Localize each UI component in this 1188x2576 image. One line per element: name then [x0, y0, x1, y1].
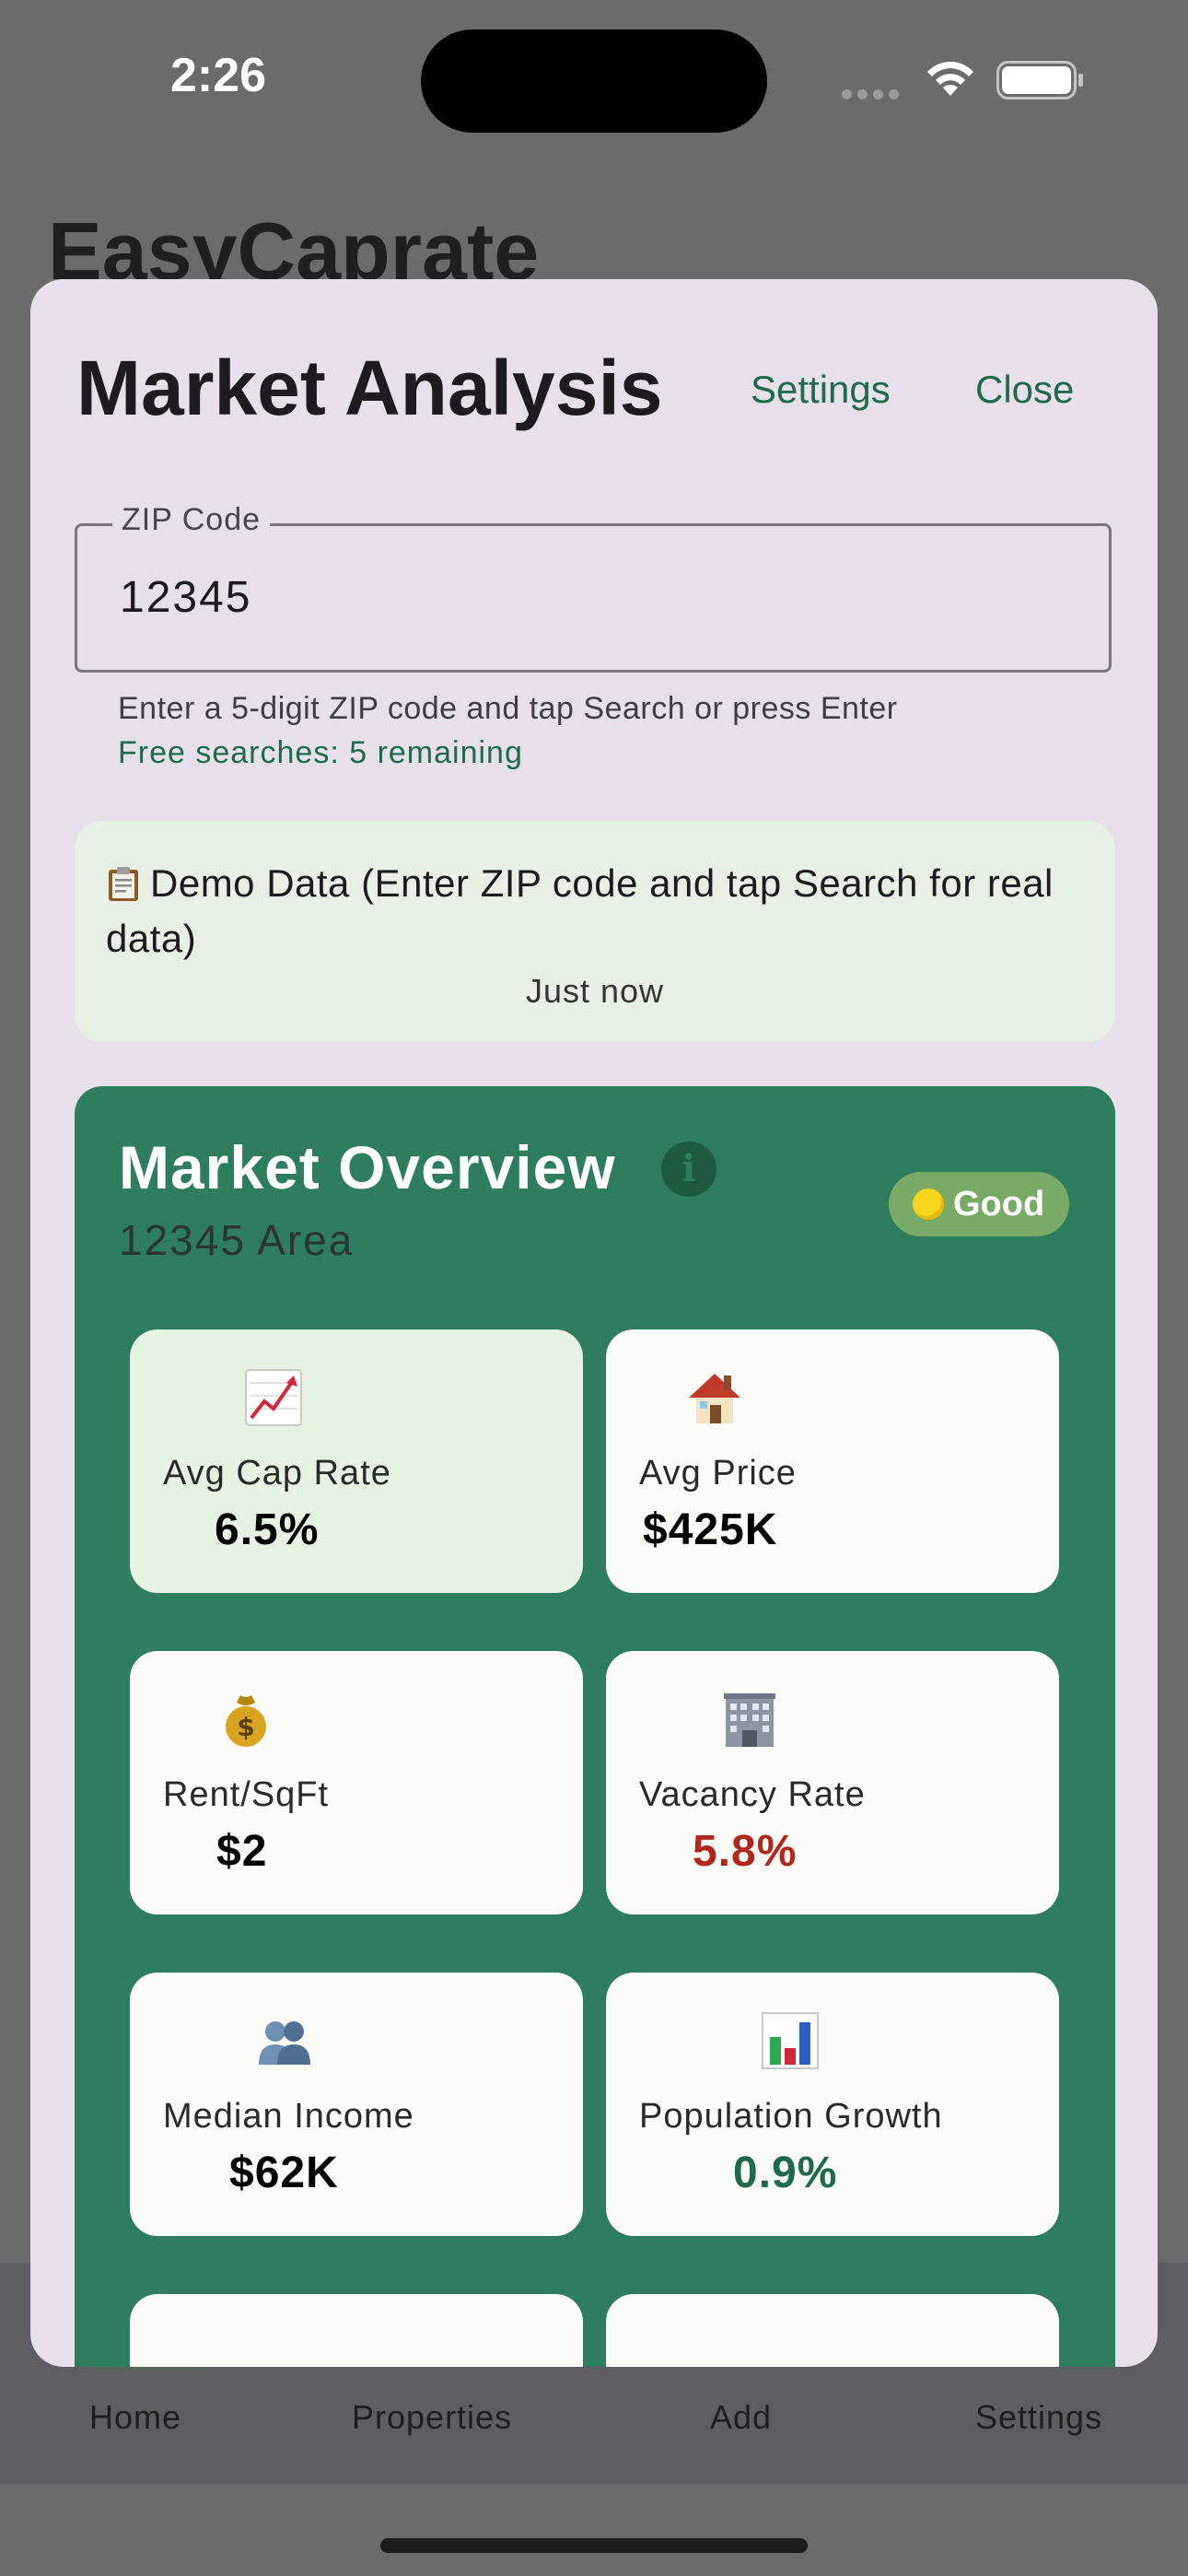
zip-code-field[interactable]: ZIP Code: [75, 502, 1112, 673]
overview-title: Market Overview: [119, 1133, 616, 1201]
svg-text:$: $: [237, 1712, 254, 1742]
settings-button[interactable]: Settings: [751, 368, 891, 412]
office-building-icon: [724, 1693, 775, 1747]
metric-card-avg-price[interactable]: Avg Price $425K: [606, 1329, 1059, 1593]
nav-settings[interactable]: Settings: [975, 2398, 1102, 2437]
metric-card-rent-sqft[interactable]: $ Rent/SqFt $2: [130, 1651, 583, 1914]
metric-label: Rent/SqFt: [163, 1775, 330, 1814]
money-bag-icon: $: [226, 1695, 266, 1747]
close-button[interactable]: Close: [975, 368, 1074, 412]
rating-label: Good: [953, 1185, 1045, 1224]
info-icon[interactable]: i: [661, 1142, 716, 1197]
metric-value: 5.8%: [693, 1827, 798, 1876]
nav-add[interactable]: Add: [710, 2398, 772, 2437]
free-searches-text: Free searches: 5 remaining: [118, 735, 523, 770]
metric-value: 0.9%: [733, 2149, 838, 2197]
wifi-icon: [927, 62, 973, 96]
metric-card-partial: [130, 2294, 583, 2367]
battery-icon: [996, 61, 1083, 100]
metric-card-population-growth[interactable]: Population Growth 0.9%: [606, 1973, 1059, 2236]
market-analysis-sheet: Market Analysis Settings Close ZIP Code …: [30, 279, 1158, 2367]
cellular-signal-icon: [842, 86, 904, 100]
metric-value: $2: [216, 1827, 268, 1876]
zip-code-label: ZIP Code: [112, 502, 271, 538]
last-updated-text: Just now: [525, 972, 665, 1010]
metric-card-avg-cap-rate[interactable]: Avg Cap Rate 6.5%: [130, 1329, 583, 1593]
status-time: 2:26: [170, 49, 267, 102]
demo-data-banner: Demo Data (Enter ZIP code and tap Search…: [75, 821, 1115, 1042]
yellow-circle-icon: [913, 1188, 944, 1220]
zip-helper-text: Enter a 5-digit ZIP code and tap Search …: [118, 691, 898, 726]
metric-label: Vacancy Rate: [639, 1775, 866, 1814]
dynamic-island: [421, 29, 767, 133]
metric-card-partial: [606, 2294, 1059, 2367]
metric-card-median-income[interactable]: Median Income $62K: [130, 1973, 583, 2236]
market-overview-card: Market Overview i 12345 Area Good Avg Ca…: [75, 1086, 1115, 2367]
metric-card-vacancy-rate[interactable]: Vacancy Rate 5.8%: [606, 1651, 1059, 1914]
clipboard-icon: [109, 867, 138, 901]
house-icon: [689, 1374, 740, 1423]
sheet-title: Market Analysis: [76, 345, 663, 431]
metric-label: Avg Price: [639, 1454, 797, 1493]
metric-label: Population Growth: [639, 2097, 943, 2136]
screen: 2:26 EasyCaprate Home Properties Add Set…: [0, 0, 1188, 2576]
bar-chart-icon: [762, 2012, 819, 2069]
metric-value: $425K: [643, 1505, 778, 1554]
metric-value: 6.5%: [215, 1505, 320, 1554]
chart-increasing-icon: [245, 1369, 302, 1426]
nav-properties[interactable]: Properties: [352, 2398, 512, 2437]
metric-value: $62K: [229, 2149, 339, 2197]
home-indicator: [380, 2538, 808, 2553]
rating-badge: Good: [889, 1172, 1069, 1236]
nav-home[interactable]: Home: [89, 2398, 181, 2437]
people-icon: [259, 2021, 310, 2065]
metric-label: Median Income: [163, 2097, 414, 2136]
overview-area: 12345 Area: [119, 1216, 355, 1264]
zip-code-input[interactable]: [120, 572, 1041, 623]
metric-label: Avg Cap Rate: [163, 1454, 391, 1493]
demo-data-text: Demo Data (Enter ZIP code and tap Search…: [106, 861, 1054, 960]
